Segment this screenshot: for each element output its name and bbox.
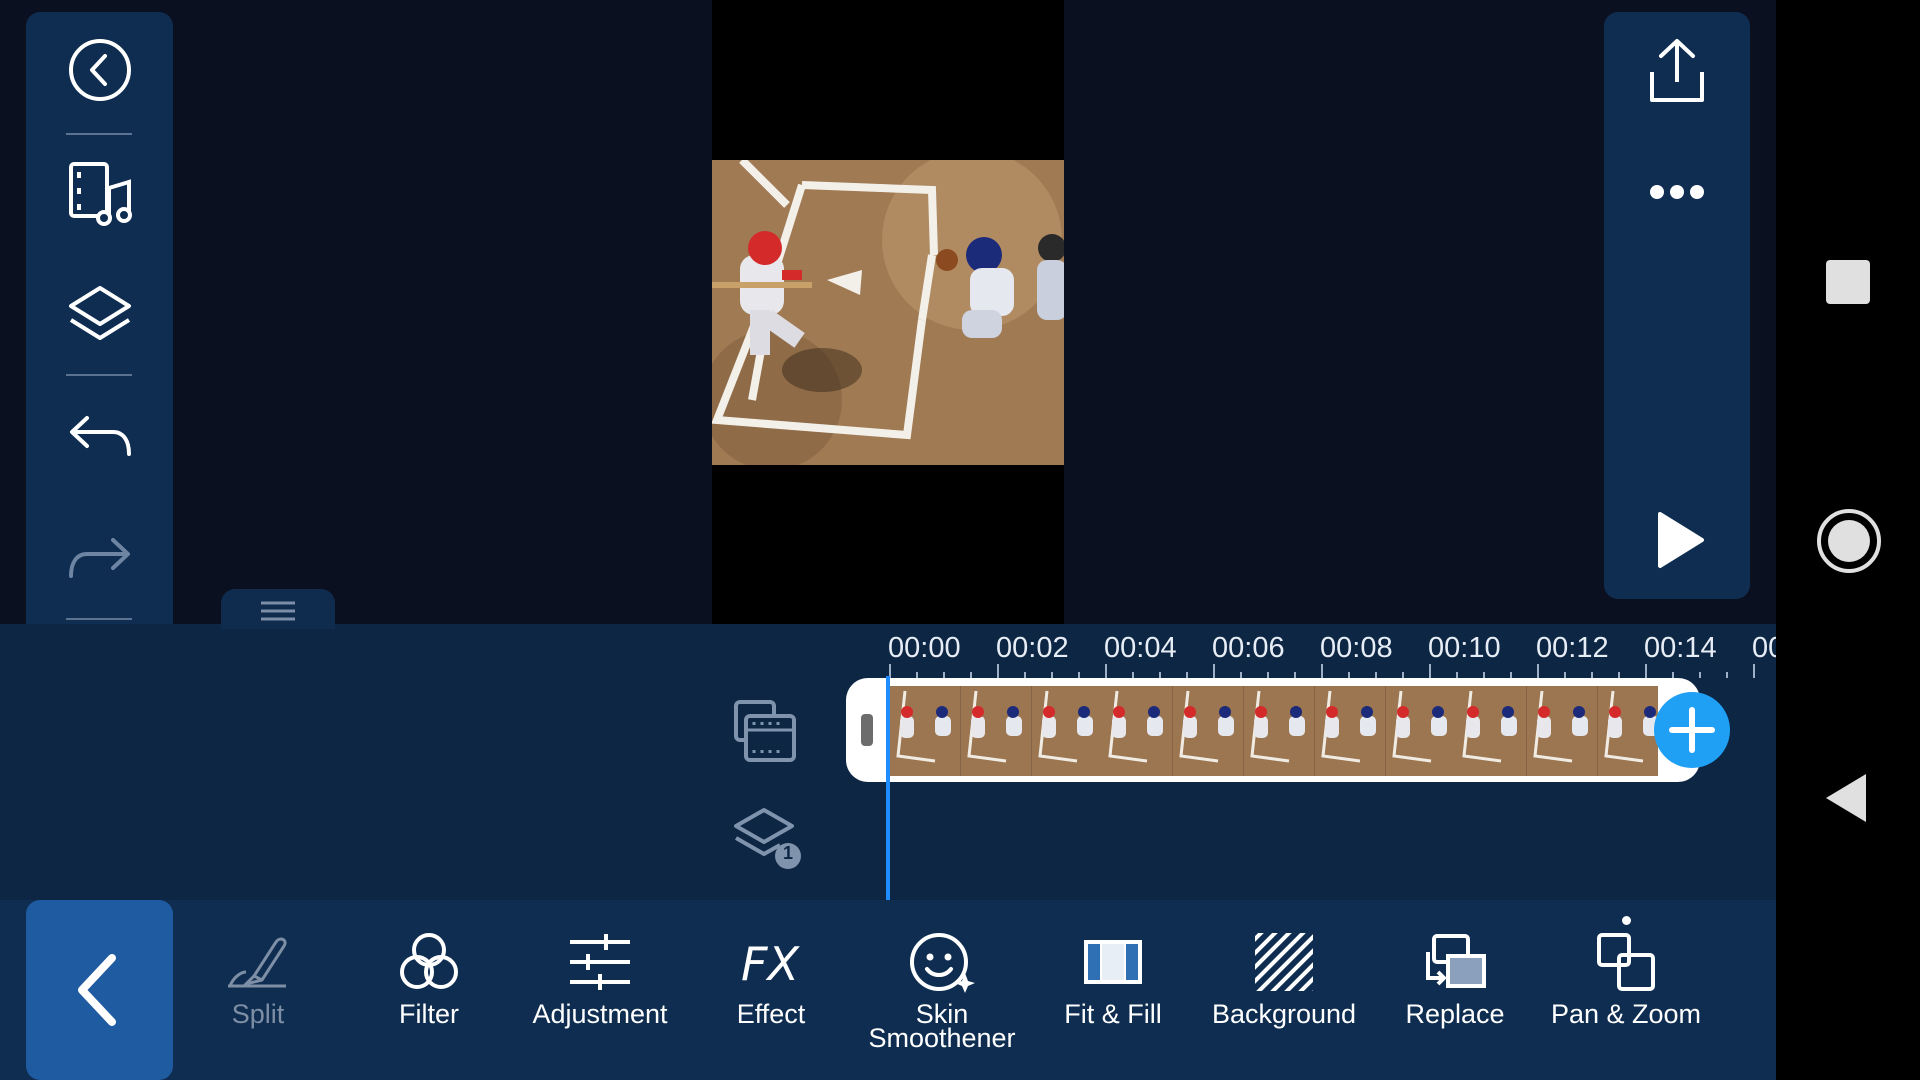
tool-split[interactable]: Split <box>178 930 338 1029</box>
tool-label: Background <box>1211 999 1357 1029</box>
filter-circles-icon <box>397 930 461 994</box>
timeline-tick-label: 00:12 <box>1536 632 1609 664</box>
clip-thumbnail <box>960 686 1032 776</box>
timeline-tick-label: 00:00 <box>888 632 961 664</box>
clip-thumbnail <box>1102 686 1174 776</box>
timeline-tick-label: 00:02 <box>996 632 1069 664</box>
tool-label: Pan & Zoom <box>1550 999 1702 1029</box>
clip-trim-handle[interactable] <box>861 714 873 746</box>
clip-thumbnail <box>890 686 961 776</box>
clip-thumbnail <box>1456 686 1528 776</box>
layers-icon[interactable] <box>26 284 173 346</box>
back-triangle-icon[interactable] <box>1824 772 1868 824</box>
tool-label: Skin Smoothener <box>868 999 1016 1053</box>
tool-filter[interactable]: Filter <box>349 930 509 1029</box>
hatched-square-icon <box>1253 930 1315 994</box>
drag-handle-icon <box>261 601 295 621</box>
playhead[interactable] <box>886 676 890 900</box>
recents-square-icon[interactable] <box>1826 260 1870 304</box>
tool-label: Fit & Fill <box>1064 999 1162 1029</box>
timeline-tick-label: 00 <box>1752 632 1776 664</box>
back-circle-icon[interactable] <box>26 38 173 102</box>
tool-label: Adjustment <box>532 999 668 1029</box>
plus-icon <box>1669 707 1715 753</box>
clip-thumbnail <box>1243 686 1315 776</box>
tool-background[interactable]: Background <box>1204 930 1364 1029</box>
play-icon[interactable] <box>1654 510 1706 570</box>
video-frame-image <box>712 160 1064 465</box>
timeline-drag-handle[interactable] <box>221 589 335 629</box>
timeline-tick-label: 00:06 <box>1212 632 1285 664</box>
clip-thumbnail <box>1173 686 1244 776</box>
clip-thumbnail <box>1527 686 1598 776</box>
clip-thumbnails <box>890 686 1658 776</box>
tool-label: Effect <box>736 999 806 1029</box>
timeline-tick-label: 00:14 <box>1644 632 1717 664</box>
fx-icon: FX <box>737 930 805 994</box>
timeline-ruler[interactable] <box>888 662 1776 678</box>
replace-icon <box>1422 930 1488 994</box>
tool-label: Filter <box>399 999 459 1029</box>
sliders-icon <box>568 930 632 994</box>
chevron-left-icon <box>78 954 116 1026</box>
timeline-tick-label: 00:04 <box>1104 632 1177 664</box>
tool-effect[interactable]: FX Effect <box>691 930 851 1029</box>
svg-text:FX: FX <box>741 937 800 990</box>
tool-label: Split <box>231 999 285 1029</box>
eraser-icon <box>224 930 292 994</box>
new-feature-dot <box>1622 916 1631 925</box>
fit-fill-icon <box>1082 930 1144 994</box>
toolbar-back-button[interactable] <box>26 900 173 1080</box>
tool-replace[interactable]: Replace <box>1375 930 1535 1029</box>
redo-icon[interactable] <box>26 534 173 584</box>
export-icon[interactable] <box>1647 38 1707 104</box>
timeline-tick-label: 00:10 <box>1428 632 1501 664</box>
face-sparkle-icon <box>909 930 975 994</box>
video-track-icon[interactable] <box>732 698 798 764</box>
media-library-icon[interactable] <box>26 160 173 226</box>
system-nav-bar <box>1776 0 1920 1080</box>
tool-label: Replace <box>1405 999 1505 1029</box>
undo-icon[interactable] <box>26 412 173 462</box>
tool-fit-fill[interactable]: Fit & Fill <box>1033 930 1193 1029</box>
right-panel <box>1604 12 1750 599</box>
timeline-tick-label: 00:08 <box>1320 632 1393 664</box>
layer-count-badge: 1 <box>782 843 793 863</box>
tool-skin-smoothener[interactable]: Skin Smoothener <box>862 930 1022 1052</box>
tool-pan-zoom[interactable]: Pan & Zoom <box>1546 930 1706 1029</box>
divider <box>66 374 132 376</box>
clip-thumbnail <box>1031 686 1103 776</box>
tool-adjustment[interactable]: Adjustment <box>520 930 680 1029</box>
divider <box>66 618 132 620</box>
clip-thumbnail <box>1597 686 1658 776</box>
add-clip-button[interactable] <box>1654 692 1730 768</box>
more-icon[interactable] <box>1647 182 1707 202</box>
clip-thumbnail <box>1314 686 1386 776</box>
divider <box>66 133 132 135</box>
home-circle-icon[interactable] <box>1816 508 1882 574</box>
clip-thumbnail <box>1385 686 1457 776</box>
layer-track-icon[interactable]: 1 <box>732 806 804 870</box>
pan-zoom-icon <box>1595 930 1657 994</box>
